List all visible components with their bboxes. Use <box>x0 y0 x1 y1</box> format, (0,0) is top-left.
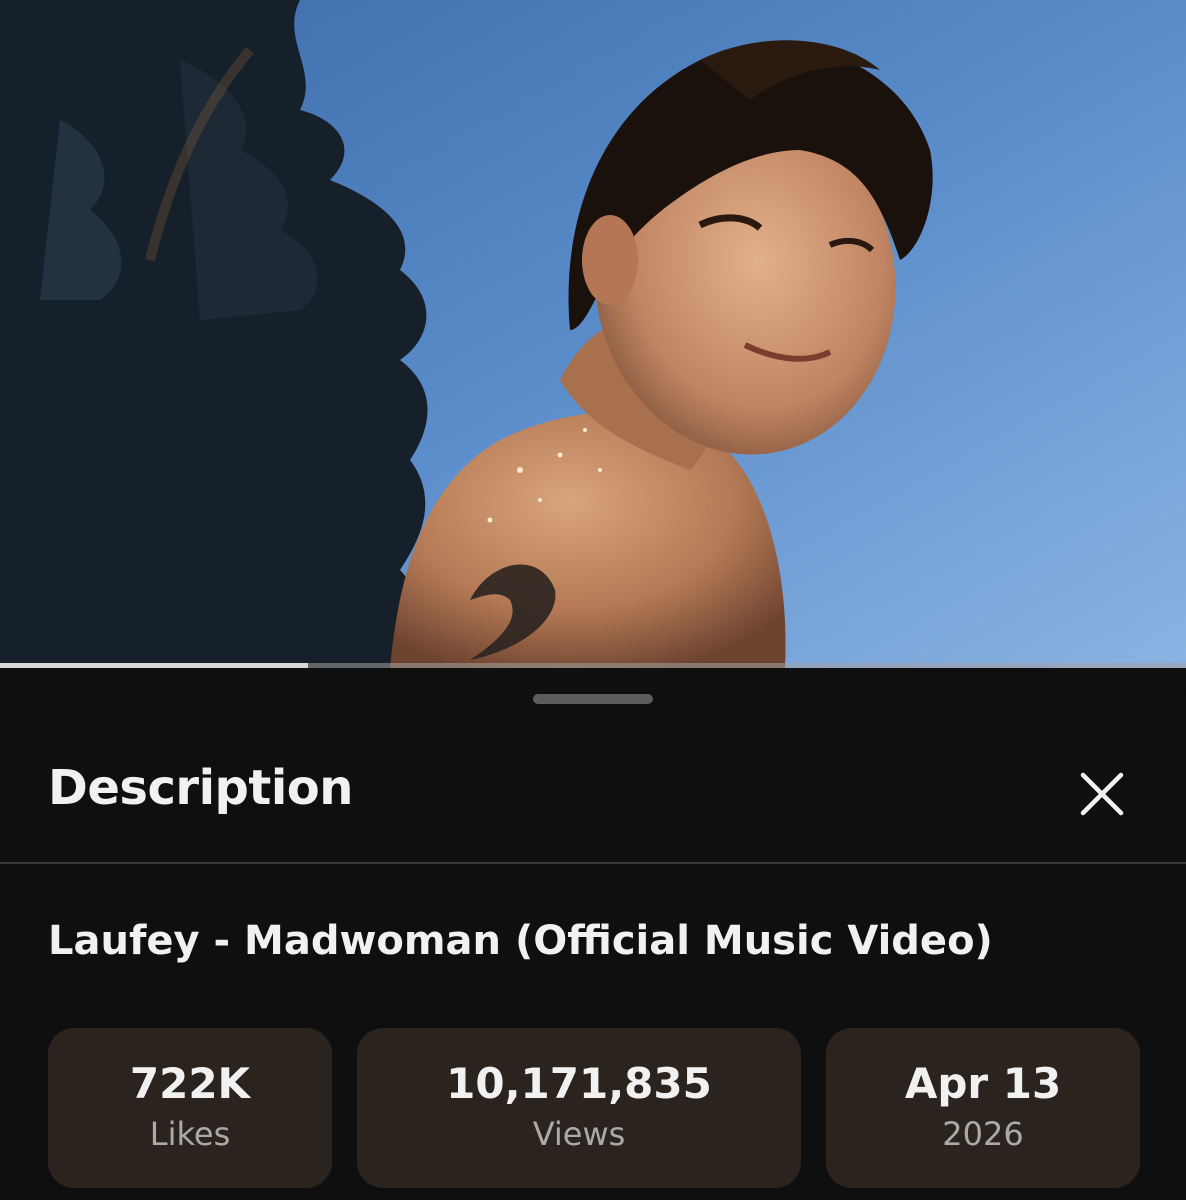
publish-year: 2026 <box>942 1115 1024 1153</box>
app-screen: Description Laufey - Madwoman (Official … <box>0 0 1186 1200</box>
views-stat-card: 10,171,835 Views <box>357 1028 801 1188</box>
video-player[interactable] <box>0 0 1186 668</box>
close-button[interactable] <box>1064 756 1140 832</box>
sheet-drag-handle[interactable] <box>533 694 653 704</box>
likes-label: Likes <box>149 1115 231 1153</box>
video-title: Laufey - Madwoman (Official Music Video) <box>48 918 993 964</box>
sheet-divider <box>0 862 1186 864</box>
sheet-title: Description <box>48 760 353 816</box>
close-icon <box>1080 772 1124 816</box>
views-count: 10,171,835 <box>446 1059 712 1108</box>
video-frame-image <box>0 0 1186 668</box>
likes-count: 722K <box>129 1059 251 1108</box>
publish-date: Apr 13 <box>904 1059 1062 1108</box>
description-sheet: Description Laufey - Madwoman (Official … <box>0 668 1186 1200</box>
likes-stat-card: 722K Likes <box>48 1028 332 1188</box>
views-label: Views <box>532 1115 626 1153</box>
publish-date-stat-card: Apr 13 2026 <box>826 1028 1140 1188</box>
